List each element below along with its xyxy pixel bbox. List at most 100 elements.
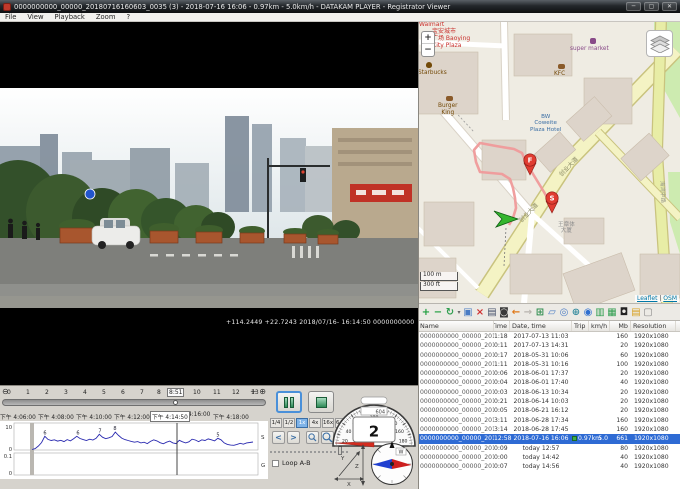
add-region-icon[interactable]: ⊞ xyxy=(534,305,546,320)
forward-icon[interactable]: → xyxy=(522,305,534,320)
map-layers-button[interactable] xyxy=(646,30,673,57)
street-scene xyxy=(0,88,418,308)
table-row[interactable]: 0000000000_00000_20180803145613_0:07toda… xyxy=(418,462,680,471)
title-bar[interactable]: 0000000000_00000_20180716160603_0035 (3)… xyxy=(0,0,680,13)
speed-4x-button[interactable]: 4x xyxy=(309,418,321,428)
delete-icon[interactable]: × xyxy=(474,305,486,320)
cell-date: 2018-06-01 17:40 xyxy=(510,378,572,387)
globe-icon[interactable]: ◉ xyxy=(582,305,594,320)
table-header[interactable]: Name Time Date, time Trip km/h Mb Resolu… xyxy=(418,321,680,332)
prev-frame-button[interactable]: < xyxy=(272,431,285,444)
table-row[interactable]: 0000000000_00000_20170713143112_0:112017… xyxy=(418,341,680,350)
column-resolution[interactable]: Resolution xyxy=(631,321,676,331)
save-icon[interactable]: ▤ xyxy=(486,305,498,320)
cell-name: 0000000000_00000_20180803145613_ xyxy=(418,462,494,471)
snapshot-icon[interactable]: ◙ xyxy=(498,305,510,320)
next-frame-button[interactable]: > xyxy=(287,431,300,444)
poi-building: 王章体大厦 xyxy=(558,222,575,235)
loop-ab-checkbox[interactable] xyxy=(272,460,279,467)
menu-help[interactable]: ? xyxy=(126,13,130,21)
cell-name: 0000000000_00000_20180601173651_ xyxy=(418,369,494,378)
file-icon[interactable]: ▢ xyxy=(642,305,654,320)
timeline-slider[interactable] xyxy=(2,399,266,406)
maximize-button[interactable]: ▢ xyxy=(644,2,659,11)
back-icon[interactable]: ← xyxy=(510,305,522,320)
table-row[interactable]: 0000000000_00000_20180716160603_12:58201… xyxy=(418,434,680,443)
polygon-select-icon[interactable]: ▱ xyxy=(546,305,558,320)
cell-res: 1920x1080 xyxy=(631,332,676,341)
table-row[interactable]: 0000000000_00000_20180601173651_0:062018… xyxy=(418,369,680,378)
column-time[interactable]: Time xyxy=(494,321,510,331)
table-row[interactable]: 0000000000_00000_20180621161208_0:052018… xyxy=(418,406,680,415)
cell-mb: 160 xyxy=(610,332,631,341)
add-icon[interactable]: + xyxy=(420,305,432,320)
folder-icon[interactable]: ▤ xyxy=(630,305,642,320)
table-row[interactable]: 0000000000_00000_20180628174510_3:142018… xyxy=(418,425,680,434)
table-row[interactable]: 0000000000_00000_20180613103340_0:032018… xyxy=(418,388,680,397)
y-axis-label: 0 xyxy=(9,471,12,477)
map-canvas[interactable]: 创业大道 创业大道 海湾中路 F S Walmart 宝安城市 广场 Baoyi… xyxy=(418,22,680,303)
timeline-slider-handle[interactable] xyxy=(173,400,178,405)
layers-tool-icon[interactable]: ◎ xyxy=(558,305,570,320)
osm-link[interactable]: OSM xyxy=(663,295,677,302)
timeline-time-label: 下午 4:12:00 xyxy=(114,412,150,421)
leaflet-link[interactable]: Leaflet xyxy=(637,295,657,302)
table-row[interactable]: 0000000000_00000_20180531101551_1:112018… xyxy=(418,360,680,369)
timeline-scale-label: 3 xyxy=(64,389,68,396)
speed-graph[interactable]: 10 0 0.1 0 S G 66785 xyxy=(0,421,268,479)
table-row[interactable]: 0000000000_00000_20180628173421_3:112018… xyxy=(418,416,680,425)
column-kmh[interactable]: km/h xyxy=(589,321,610,331)
cell-res: 1920x1080 xyxy=(631,378,676,387)
cell-mb: 160 xyxy=(610,425,631,434)
cell-res: 1920x1080 xyxy=(631,351,676,360)
cell-mb: 40 xyxy=(610,462,631,471)
cell-res: 1920x1080 xyxy=(631,397,676,406)
column-mb[interactable]: Mb xyxy=(610,321,631,331)
video-frame xyxy=(0,22,418,385)
cell-name: 0000000000_00000_20180628173421_ xyxy=(418,416,494,425)
menu-playback[interactable]: Playback xyxy=(55,13,85,21)
map-zoom-in-button[interactable]: + xyxy=(422,32,434,44)
font-zoom-out-button[interactable] xyxy=(306,431,319,444)
svg-text:8: 8 xyxy=(113,426,116,432)
export-icon[interactable]: ▦ xyxy=(606,305,618,320)
close-button[interactable]: ✕ xyxy=(662,2,677,11)
timeline-scale-label: 2 xyxy=(45,389,49,396)
table-row[interactable]: 0000000000_00000_20180803125701_0:09toda… xyxy=(418,444,680,453)
column-name[interactable]: Name xyxy=(418,321,494,331)
table-row[interactable]: 0000000000_00000_20180614100231_0:212018… xyxy=(418,397,680,406)
column-date[interactable]: Date, time xyxy=(510,321,572,331)
zoom-tool-icon[interactable]: ⊕ xyxy=(570,305,582,320)
file-table: Name Time Date, time Trip km/h Mb Resolu… xyxy=(418,321,680,489)
speed-axis-tag: S xyxy=(261,435,265,441)
playback-controls-panel: 1/4 1/2 1x 4x 16x 64x < > Loop A-B 20406… xyxy=(268,385,418,489)
menu-view[interactable]: View xyxy=(27,13,43,21)
refresh-icon[interactable]: ↻ xyxy=(444,305,456,320)
column-trip[interactable]: Trip xyxy=(572,321,589,331)
cell-time: 1:18 xyxy=(494,332,510,341)
film-icon[interactable]: ◘ xyxy=(618,305,630,320)
report-icon[interactable]: ▥ xyxy=(594,305,606,320)
speed-quarter-button[interactable]: 1/4 xyxy=(270,418,282,428)
video-canvas[interactable]: +114.2449 +22.7243 2018/07/16- 16:14:50 … xyxy=(0,22,418,385)
table-row[interactable]: 0000000000_00000_20180601174005_0:042018… xyxy=(418,378,680,387)
axis-y-label: Y xyxy=(340,456,345,462)
minimize-button[interactable]: ─ xyxy=(626,2,641,11)
cell-name: 0000000000_00000_20180614100231_ xyxy=(418,397,494,406)
table-row[interactable]: 0000000000_00000_20180531100618_0:172018… xyxy=(418,351,680,360)
remove-icon[interactable]: − xyxy=(432,305,444,320)
speed-1x-button[interactable]: 1x xyxy=(296,418,308,428)
table-row[interactable]: 0000000000_00000_20180803144158_0:00toda… xyxy=(418,453,680,462)
menu-zoom[interactable]: Zoom xyxy=(96,13,116,21)
cell-time: 12:58 xyxy=(494,434,510,443)
copy-icon[interactable]: ▣ xyxy=(462,305,474,320)
loop-ab-label: Loop A-B xyxy=(282,459,311,467)
table-row[interactable]: 0000000000_00000_20170713110256_1:182017… xyxy=(418,332,680,341)
menu-file[interactable]: File xyxy=(5,13,16,21)
cell-time: 0:11 xyxy=(494,341,510,350)
speed-half-button[interactable]: 1/2 xyxy=(283,418,295,428)
cell-date: 2018-05-31 10:16 xyxy=(510,360,572,369)
cell-res: 1920x1080 xyxy=(631,360,676,369)
pause-button[interactable] xyxy=(276,391,302,413)
map-zoom-out-button[interactable]: − xyxy=(422,44,434,56)
